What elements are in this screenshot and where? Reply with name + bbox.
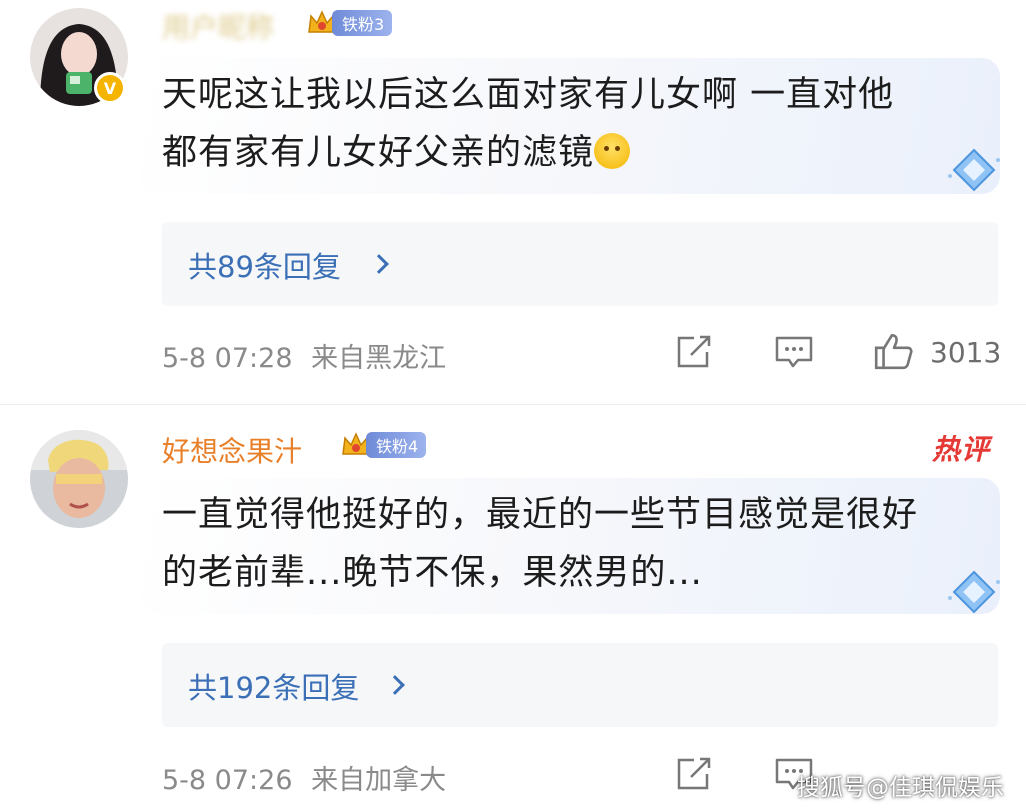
comment-text: 一直觉得他挺好的，最近的一些节目感觉是很好 的老前辈...晚节不保，果然男的..… [162,486,982,602]
avatar[interactable] [30,430,128,528]
share-icon[interactable] [674,756,714,792]
comment-text-line-1: 一直觉得他挺好的，最近的一些节目感觉是很好 [162,495,919,535]
comment-date: 5-8 07:26 [162,765,293,796]
comment-text-line-2: 的老前辈...晚节不保，果然男的... [162,553,703,593]
chevron-right-icon [385,675,405,695]
username[interactable]: 好想念果汁 [162,430,302,470]
comment-2: 好想念果汁 铁粉4 热评 一直觉得他挺好的，最近的一些节目感觉是很好 的老前辈.… [0,0,1026,812]
replies-count: 共192条回复 [188,671,360,705]
fan-badge[interactable]: 铁粉4 [340,430,427,460]
diamond-icon [948,570,1000,614]
hot-comment-badge: 热评 [931,433,990,466]
replies-link[interactable]: 共192条回复 [162,643,998,727]
watermark: 搜狐号@佳琪侃娱乐 [797,775,1004,801]
comment-location: 来自加拿大 [311,765,447,796]
fan-badge-label: 铁粉4 [366,432,427,458]
comment-meta: 5-8 07:26 来自加拿大 [162,758,446,797]
